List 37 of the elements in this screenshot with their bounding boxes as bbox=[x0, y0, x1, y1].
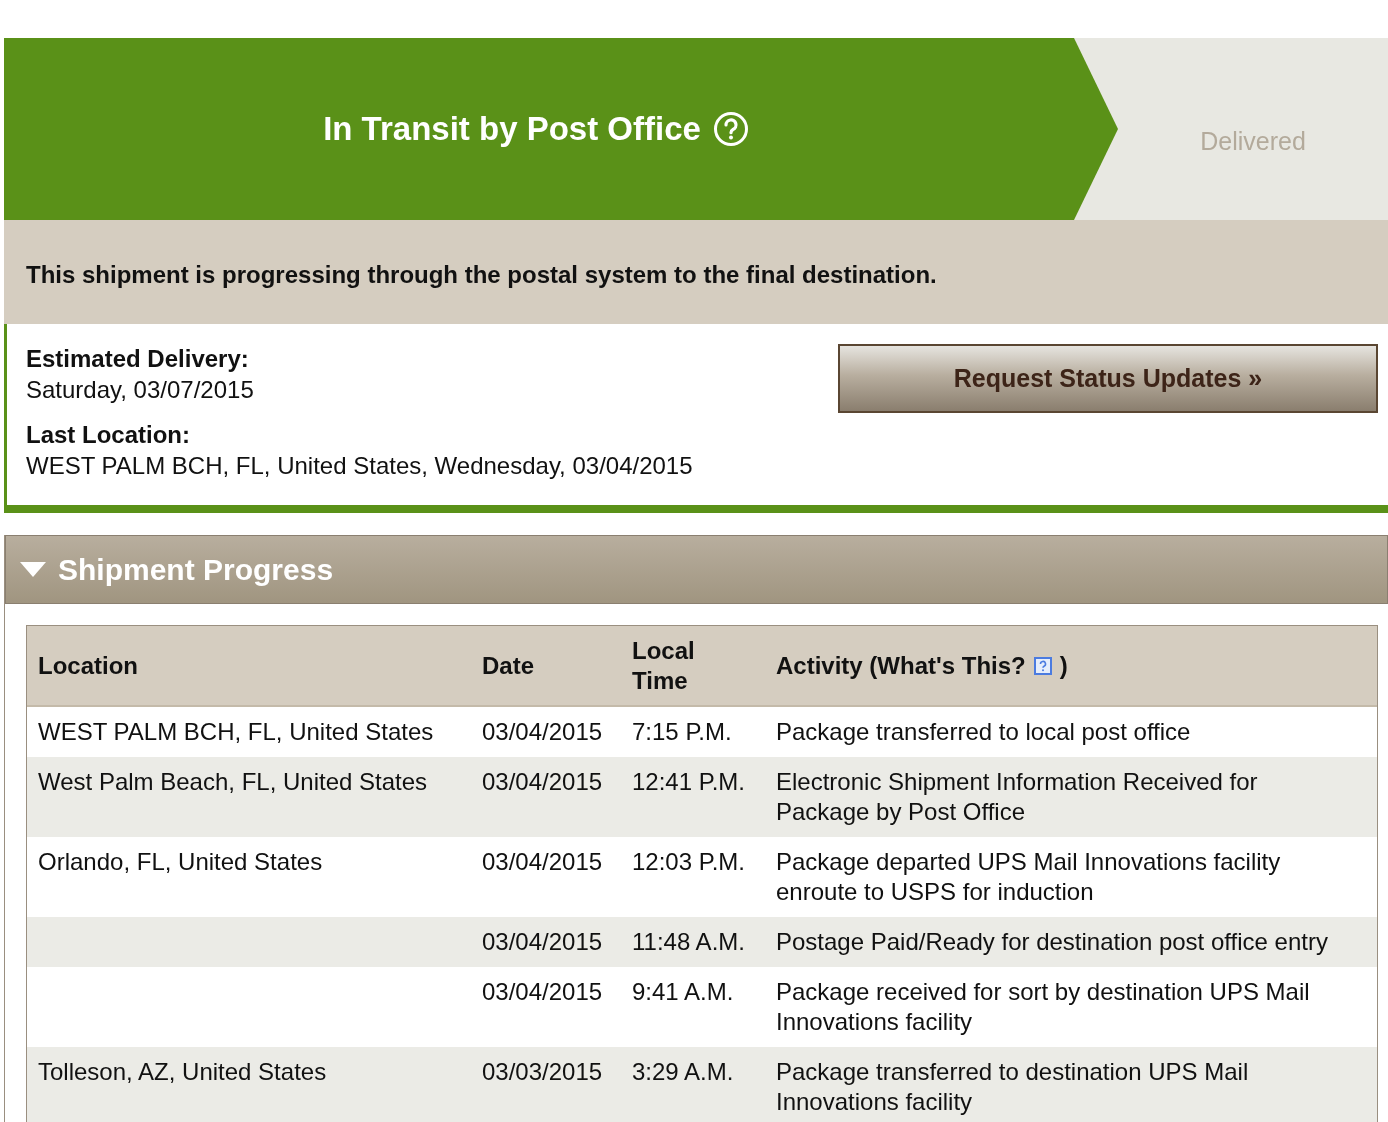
table-cell: 03/04/2015 bbox=[482, 978, 603, 1005]
table-cell: 12:41 P.M. bbox=[632, 768, 745, 795]
table-cell: 03/04/2015 bbox=[482, 928, 603, 955]
table-cell-text: Package transferred to destination UPS Mail Innovations facility bbox=[776, 1057, 1250, 1117]
table-cell: Tolleson, AZ, United States bbox=[38, 1058, 327, 1085]
table-cell: West Palm Beach, FL, United States bbox=[38, 768, 428, 795]
step-label: Delivered bbox=[1200, 126, 1306, 158]
column-header: Activity (What's This? bbox=[776, 650, 1026, 681]
status-message: This shipment is progressing through the postal system to the final destination. bbox=[26, 260, 937, 290]
table-cell-text: Package transferred to local post office bbox=[776, 717, 1192, 747]
section-title: Shipment Progress bbox=[58, 552, 334, 588]
table-cell: 3:29 A.M. bbox=[632, 1058, 734, 1085]
table-cell-text: Postage Paid/Ready for destination post office entry bbox=[776, 927, 1329, 957]
table-cell: 11:48 A.M. bbox=[632, 928, 745, 955]
table-cell: 7:15 P.M. bbox=[632, 718, 732, 745]
table-cell: 03/04/2015 bbox=[482, 718, 603, 745]
table-cell-text: Package departed UPS Mail Innovations facility enroute to USPS for induction bbox=[776, 847, 1282, 907]
table-cell: 03/04/2015 bbox=[482, 848, 603, 875]
table-cell: Orlando, FL, United States bbox=[38, 848, 323, 875]
table-cell: 03/04/2015 bbox=[482, 768, 603, 795]
table-cell: WEST PALM BCH, FL, United States bbox=[38, 718, 434, 745]
column-header: Local Time bbox=[632, 635, 696, 696]
help-icon[interactable] bbox=[1033, 656, 1052, 675]
table-cell: 9:41 A.M. bbox=[632, 978, 734, 1005]
column-header: Date bbox=[482, 650, 535, 681]
detail-label: Last Location: bbox=[26, 420, 191, 450]
column-header: Location bbox=[38, 650, 138, 681]
table-cell-text: Package received for sort by destination UPS Mail Innovations facility bbox=[776, 977, 1311, 1037]
column-header-suffix: ) bbox=[1059, 650, 1068, 681]
detail-value: Saturday, 03/07/2015 bbox=[26, 375, 255, 405]
request-updates-button[interactable]: Request Status Updates » bbox=[838, 344, 1378, 413]
table-cell: 03/03/2015 bbox=[482, 1058, 603, 1085]
table-cell: 12:03 P.M. bbox=[632, 848, 745, 875]
table-cell-text: Electronic Shipment Information Received for Package by Post Office bbox=[776, 767, 1259, 827]
detail-label: Estimated Delivery: bbox=[26, 344, 250, 374]
step-title: In Transit by Post Office bbox=[323, 109, 701, 150]
detail-value: WEST PALM BCH, FL, United States, Wednesday, 03/04/2015 bbox=[26, 451, 693, 481]
